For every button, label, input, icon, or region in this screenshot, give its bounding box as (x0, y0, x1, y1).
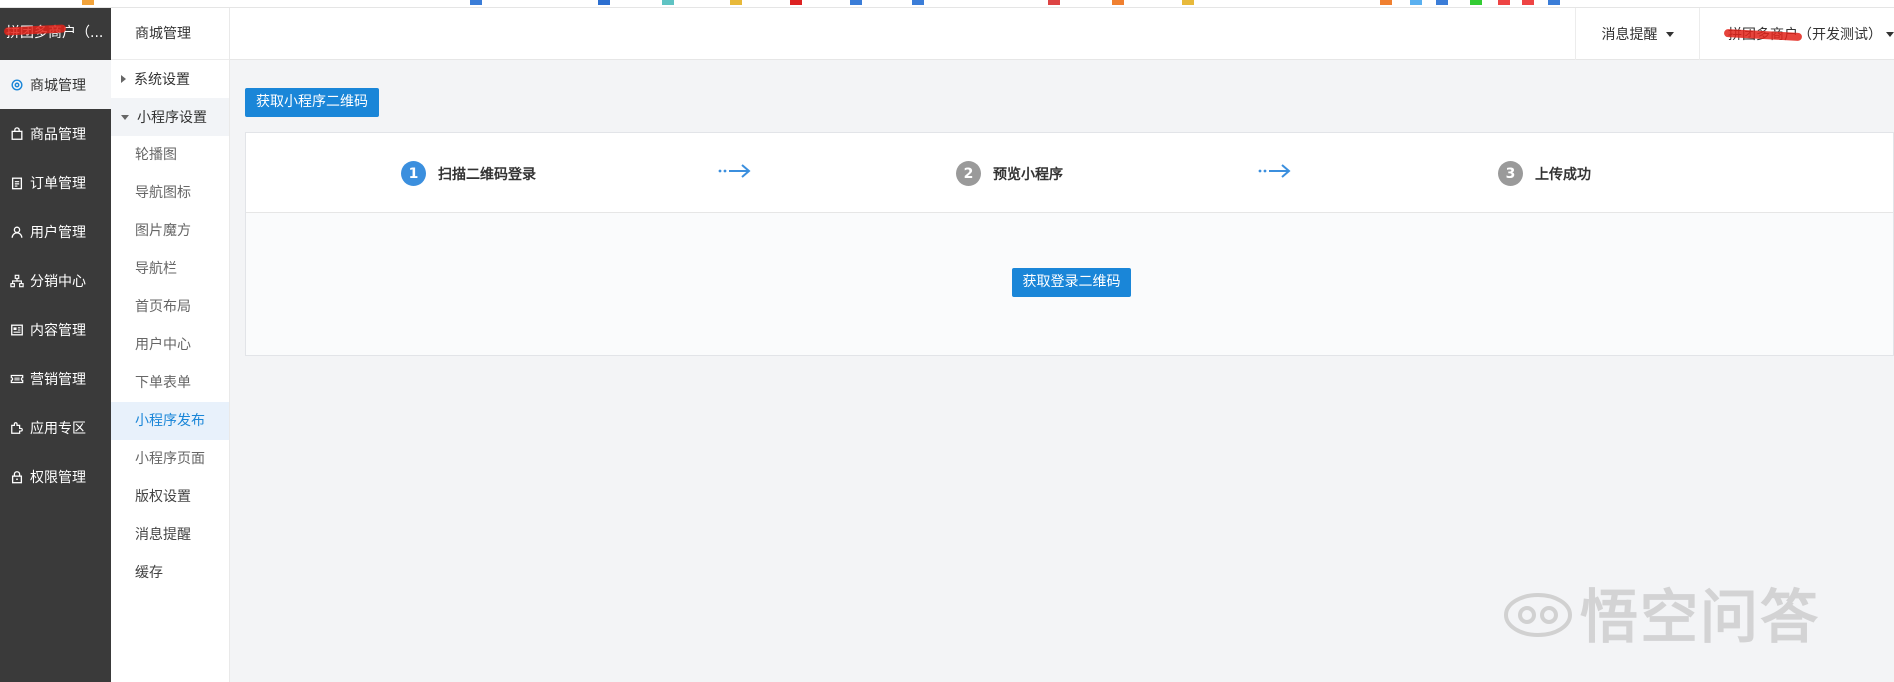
sidebar-item-distribution[interactable]: 分销中心 (0, 256, 111, 305)
sidebar-item-products[interactable]: 商品管理 (0, 109, 111, 158)
subnav-item-navbar[interactable]: 导航栏 (111, 250, 229, 288)
arrow-right-icon (1258, 164, 1291, 178)
sidebar-item-label: 权限管理 (30, 469, 86, 486)
ticket-icon (10, 372, 24, 386)
sidebar-item-marketing[interactable]: 营销管理 (0, 354, 111, 403)
wukong-logo-icon (1504, 593, 1572, 637)
step-label: 预览小程序 (993, 166, 1063, 183)
step-label: 扫描二维码登录 (438, 166, 536, 183)
subnav-item-user-center[interactable]: 用户中心 (111, 326, 229, 364)
subnav-item-cache[interactable]: 缓存 (111, 554, 229, 592)
puzzle-icon (10, 421, 24, 435)
subnav-group-label: 系统设置 (134, 72, 190, 88)
main-sidebar: 拼团多商户（... 商城管理 商品管理 订单管理 用户管理 分销中心 内容管理 … (0, 8, 111, 682)
caret-right-icon (121, 75, 126, 83)
subnav-item-copyright[interactable]: 版权设置 (111, 478, 229, 516)
subnav-group-system-settings[interactable]: 系统设置 (111, 60, 229, 98)
sidebar-item-orders[interactable]: 订单管理 (0, 158, 111, 207)
sidebar-item-content[interactable]: 内容管理 (0, 305, 111, 354)
gear-icon (10, 78, 24, 92)
subnav-item-home-layout[interactable]: 首页布局 (111, 288, 229, 326)
document-icon (10, 323, 24, 337)
top-bar: 消息提醒 拼团多商户（开发测试） (230, 8, 1894, 60)
subnav-item-carousel[interactable]: 轮播图 (111, 136, 229, 174)
subnav-group-label: 小程序设置 (137, 110, 207, 126)
subnav-group-miniprogram-settings[interactable]: 小程序设置 (111, 98, 229, 136)
get-login-qr-button[interactable]: 获取登录二维码 (1012, 268, 1131, 297)
bag-icon (10, 126, 24, 141)
step-upload-success: 3 上传成功 (1498, 161, 1591, 186)
sidebar-item-mall[interactable]: 商城管理 (0, 60, 111, 109)
step-label: 上传成功 (1535, 166, 1591, 183)
watermark: 悟空问答 (1502, 570, 1820, 654)
publish-panel: 1 扫描二维码登录 2 预览小程序 3 上传成功 获取登录二维码 (245, 132, 1894, 356)
subnav-item-nav-icons[interactable]: 导航图标 (111, 174, 229, 212)
chevron-down-icon (1886, 31, 1894, 37)
get-miniprogram-qr-button[interactable]: 获取小程序二维码 (245, 88, 379, 117)
sidebar-item-label: 内容管理 (30, 322, 86, 339)
sidebar-item-users[interactable]: 用户管理 (0, 207, 111, 256)
sub-navigation: 商城管理 系统设置 小程序设置 轮播图 导航图标 图片魔方 导航栏 首页布局 用… (111, 8, 230, 682)
sidebar-item-label: 订单管理 (30, 175, 86, 192)
sidebar-item-label: 分销中心 (30, 273, 86, 290)
step-scan-login: 1 扫描二维码登录 (401, 161, 536, 186)
subnav-item-notifications[interactable]: 消息提醒 (111, 516, 229, 554)
subnav-title: 商城管理 (111, 8, 229, 60)
publish-steps: 1 扫描二维码登录 2 预览小程序 3 上传成功 (246, 133, 1893, 213)
step-number: 3 (1498, 161, 1523, 186)
user-menu-dropdown[interactable]: 拼团多商户（开发测试） (1700, 8, 1894, 60)
step-number: 1 (401, 161, 426, 186)
panel-body: 获取登录二维码 (246, 213, 1893, 355)
browser-bookmarks-bar (0, 0, 1894, 8)
notifications-label: 消息提醒 (1601, 27, 1658, 43)
sidebar-item-label: 商城管理 (30, 77, 86, 94)
chevron-down-icon (1665, 31, 1674, 37)
sidebar-item-label: 商品管理 (30, 126, 86, 143)
sidebar-item-permissions[interactable]: 权限管理 (0, 452, 111, 501)
user-icon (10, 225, 24, 239)
subnav-item-image-cube[interactable]: 图片魔方 (111, 212, 229, 250)
subnav-item-order-form[interactable]: 下单表单 (111, 364, 229, 402)
subnav-item-miniprogram-publish[interactable]: 小程序发布 (111, 402, 229, 440)
lock-icon (10, 470, 24, 484)
step-number: 2 (956, 161, 981, 186)
caret-down-icon (121, 114, 129, 120)
sitemap-icon (10, 274, 24, 288)
brand-name[interactable]: 拼团多商户（... (0, 8, 111, 60)
sidebar-item-label: 用户管理 (30, 224, 86, 241)
clipboard-icon (10, 176, 24, 190)
watermark-text: 悟空问答 (1580, 583, 1821, 651)
sidebar-item-label: 营销管理 (30, 371, 86, 388)
step-preview: 2 预览小程序 (956, 161, 1063, 186)
notifications-dropdown[interactable]: 消息提醒 (1575, 8, 1700, 60)
sidebar-item-apps[interactable]: 应用专区 (0, 403, 111, 452)
subnav-item-miniprogram-pages[interactable]: 小程序页面 (111, 440, 229, 478)
sidebar-item-label: 应用专区 (30, 420, 86, 437)
arrow-right-icon (718, 164, 751, 178)
